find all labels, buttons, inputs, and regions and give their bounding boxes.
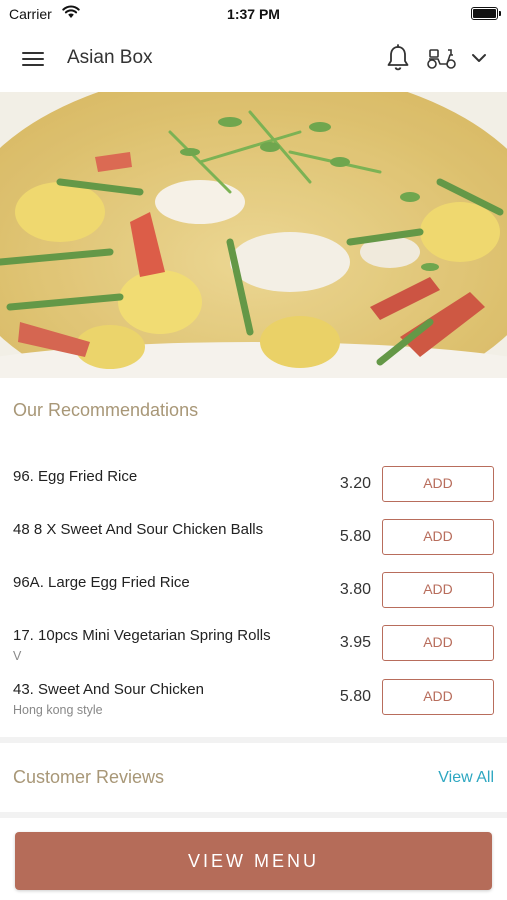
add-button[interactable]: ADD (382, 625, 494, 661)
menu-item-price: 3.80 (339, 581, 371, 598)
recommendations-heading: Our Recommendations (13, 400, 199, 420)
menu-item-row: 96A. Large Egg Fried Rice 3.80 ADD (0, 572, 507, 626)
bell-icon[interactable] (385, 44, 411, 72)
view-menu-button[interactable]: VIEW MENU (15, 832, 492, 890)
add-button[interactable]: ADD (382, 572, 494, 608)
battery-icon (471, 7, 501, 20)
status-time: 1:37 PM (227, 6, 280, 22)
status-bar: Carrier 1:37 PM (0, 0, 507, 28)
menu-item-name: 43. Sweet And Sour Chicken (13, 681, 204, 698)
add-button[interactable]: ADD (382, 466, 494, 502)
menu-item-row: 17. 10pcs Mini Vegetarian Spring Rolls V… (0, 625, 507, 679)
menu-item-row: 48 8 X Sweet And Sour Chicken Balls 5.80… (0, 519, 507, 573)
menu-item-row: 43. Sweet And Sour Chicken Hong kong sty… (0, 679, 507, 733)
menu-item-price: 3.20 (339, 475, 371, 492)
moped-icon[interactable] (426, 46, 458, 70)
menu-item-name: 96. Egg Fried Rice (13, 468, 138, 485)
hero-food-image (0, 92, 507, 378)
add-button[interactable]: ADD (382, 519, 494, 555)
top-bar: Asian Box (0, 28, 507, 92)
hamburger-menu-icon[interactable] (22, 50, 46, 68)
menu-item-name: 48 8 X Sweet And Sour Chicken Balls (13, 521, 264, 538)
menu-item-name: 96A. Large Egg Fried Rice (13, 574, 190, 591)
menu-item-price: 5.80 (339, 528, 371, 545)
view-all-reviews-link[interactable]: View All (438, 769, 494, 787)
add-button[interactable]: ADD (382, 679, 494, 715)
menu-item-subtitle: V (13, 649, 22, 663)
menu-item-price: 3.95 (339, 634, 371, 651)
restaurant-title: Asian Box (67, 47, 153, 68)
reviews-heading: Customer Reviews (13, 767, 165, 787)
menu-item-name: 17. 10pcs Mini Vegetarian Spring Rolls (13, 627, 271, 644)
menu-item-subtitle: Hong kong style (13, 703, 103, 717)
chevron-down-icon[interactable] (471, 52, 487, 64)
section-divider (0, 737, 507, 743)
menu-item-row: 96. Egg Fried Rice 3.20 ADD (0, 466, 507, 520)
menu-item-price: 5.80 (339, 688, 371, 705)
